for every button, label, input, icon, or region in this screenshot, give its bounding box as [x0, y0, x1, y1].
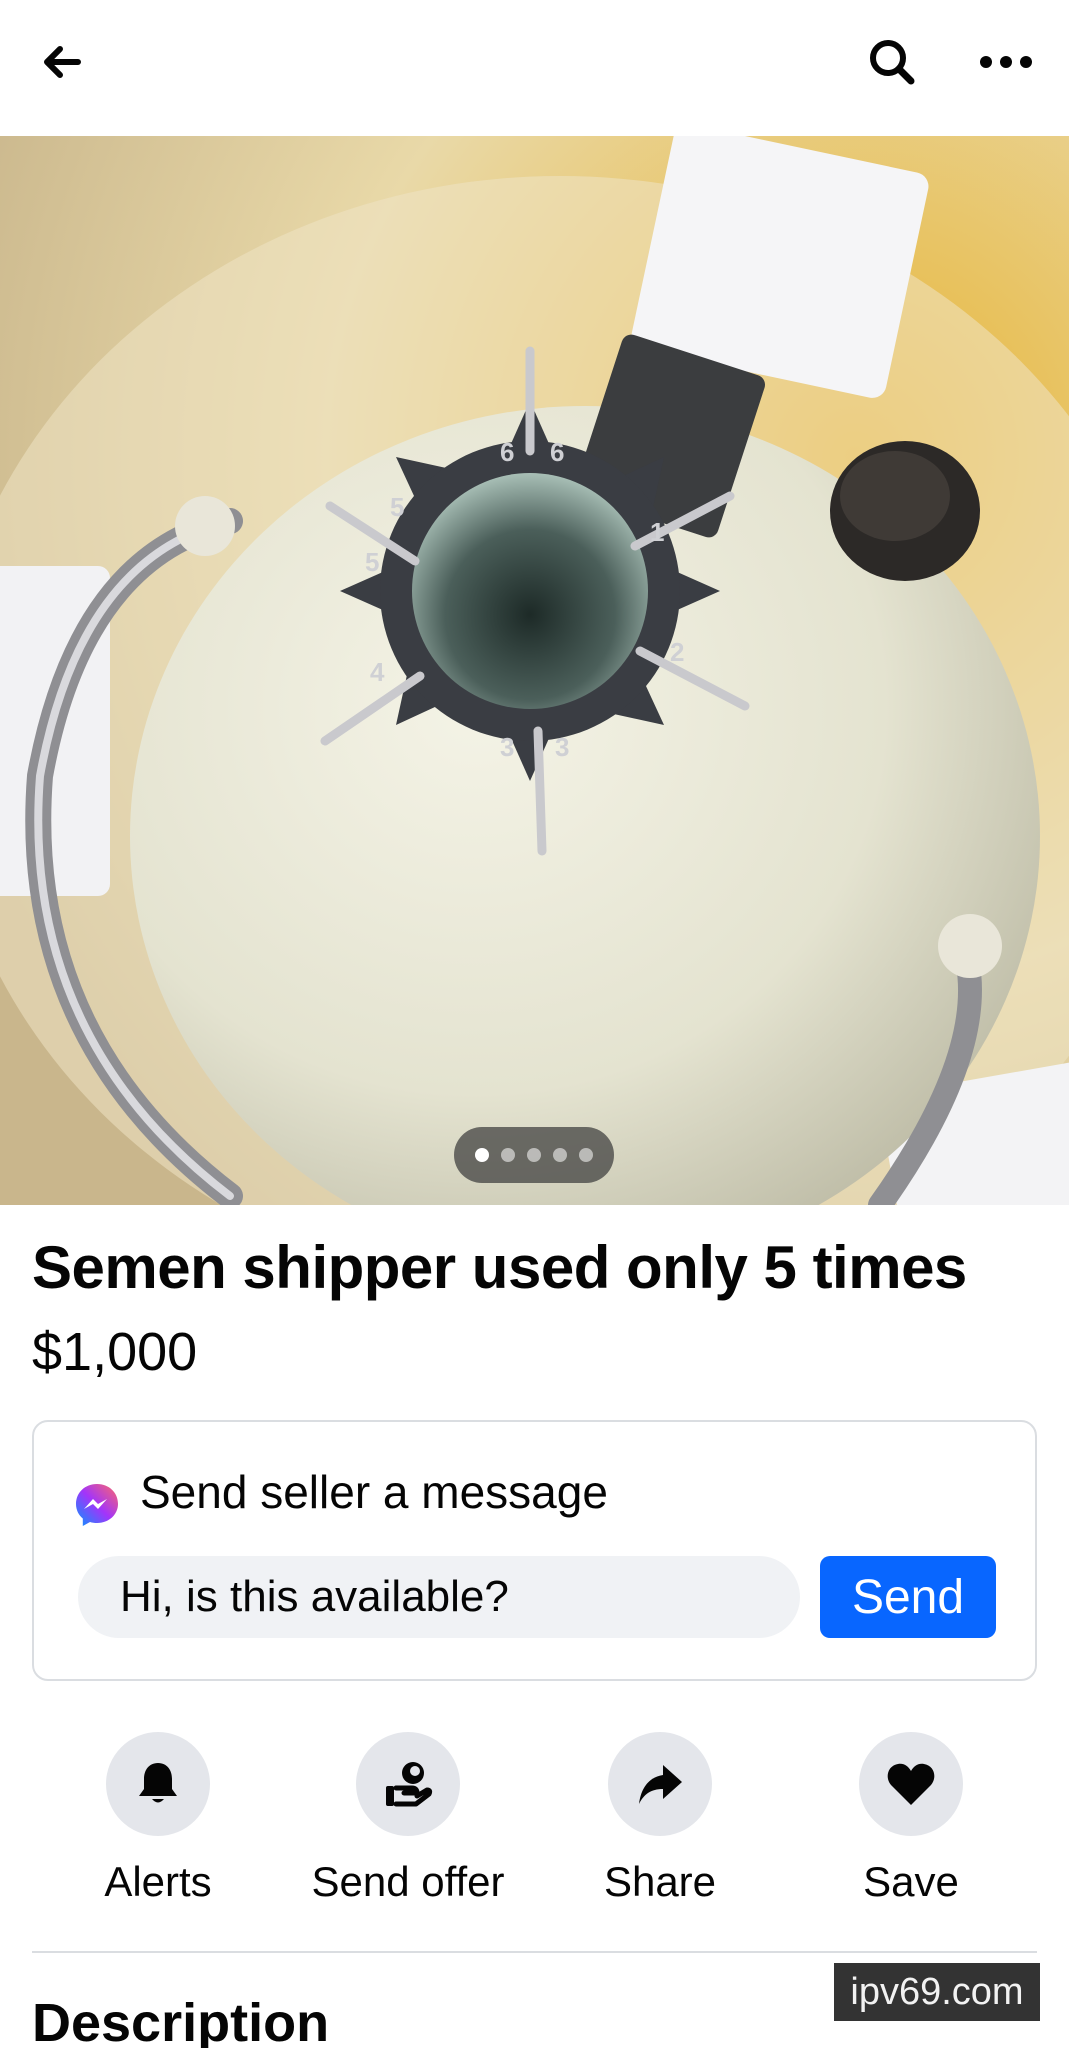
- image-pagination[interactable]: [454, 1127, 614, 1183]
- watermark: ipv69.com: [834, 1963, 1040, 2021]
- search-button[interactable]: [860, 30, 924, 94]
- svg-text:2: 2: [670, 637, 684, 667]
- pagination-dot[interactable]: [553, 1148, 567, 1162]
- svg-text:6: 6: [500, 437, 514, 467]
- messenger-icon: [76, 1484, 118, 1526]
- message-seller-card: Send seller a message Send: [32, 1420, 1037, 1681]
- send-offer-button[interactable]: Send offer: [282, 1732, 534, 1912]
- pagination-dot[interactable]: [475, 1148, 489, 1162]
- save-icon-circle[interactable]: [859, 1732, 963, 1836]
- share-button[interactable]: Share: [534, 1732, 786, 1912]
- more-options-button[interactable]: [974, 30, 1038, 94]
- alerts-label: Alerts: [104, 1858, 212, 1905]
- heart-icon: [887, 1763, 935, 1805]
- send-button[interactable]: Send: [820, 1556, 996, 1638]
- share-icon-circle[interactable]: [608, 1732, 712, 1836]
- svg-text:6: 6: [550, 437, 564, 467]
- svg-text:4: 4: [370, 657, 385, 687]
- top-bar: [0, 0, 1069, 136]
- svg-text:1: 1: [650, 517, 664, 547]
- alerts-button[interactable]: Alerts: [32, 1732, 284, 1912]
- search-icon: [870, 40, 915, 85]
- listing-price: $1,000: [32, 1322, 198, 1382]
- message-heading: Send seller a message: [140, 1466, 608, 1518]
- svg-text:5: 5: [365, 547, 379, 577]
- save-button[interactable]: Save: [785, 1732, 1037, 1912]
- arrow-left-icon: [44, 46, 81, 78]
- action-bar: Alerts Send offer Share Save: [0, 1732, 1069, 1912]
- svg-text:5: 5: [390, 492, 404, 522]
- svg-text:3: 3: [500, 732, 514, 762]
- pagination-dot[interactable]: [527, 1148, 541, 1162]
- bell-icon: [139, 1763, 177, 1803]
- section-divider: [32, 1951, 1037, 1953]
- message-input[interactable]: [78, 1556, 800, 1638]
- listing-photo[interactable]: 6 6 1 2 3 3 4 5 5: [0, 136, 1069, 1205]
- description-heading: Description: [32, 1993, 330, 2048]
- svg-text:3: 3: [555, 732, 569, 762]
- send-offer-label: Send offer: [311, 1858, 505, 1905]
- product-image: 6 6 1 2 3 3 4 5 5: [0, 136, 1069, 1205]
- send-offer-icon-circle[interactable]: [356, 1732, 460, 1836]
- pagination-dot[interactable]: [579, 1148, 593, 1162]
- save-label: Save: [863, 1858, 959, 1905]
- share-arrow-icon: [639, 1765, 682, 1804]
- more-horizontal-icon: [980, 56, 1032, 68]
- back-button[interactable]: [30, 30, 94, 94]
- alerts-icon-circle[interactable]: [106, 1732, 210, 1836]
- pagination-dot[interactable]: [501, 1148, 515, 1162]
- listing-title: Semen shipper used only 5 times: [32, 1234, 967, 1301]
- offer-icon: [386, 1762, 433, 1807]
- share-label: Share: [603, 1858, 717, 1905]
